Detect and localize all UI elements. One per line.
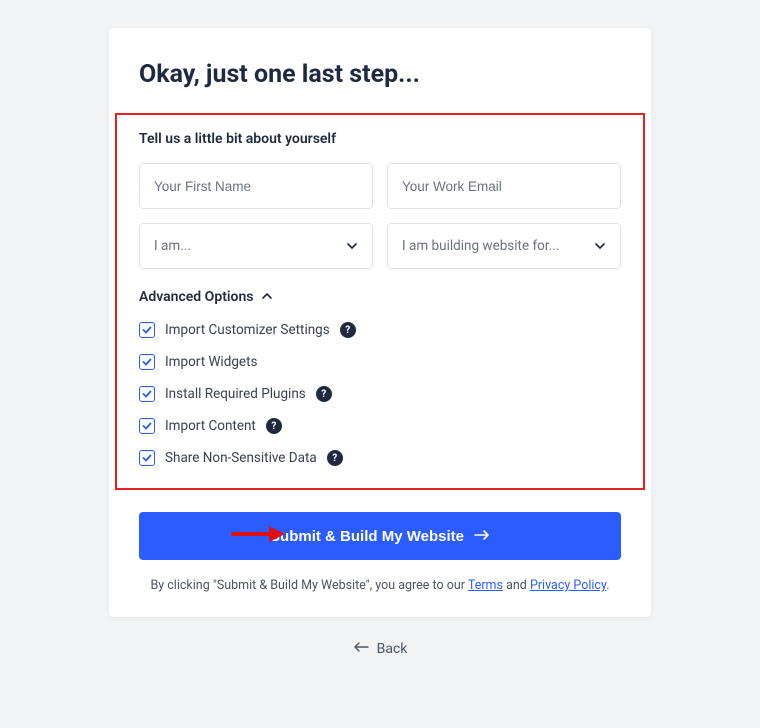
help-icon[interactable]: ?: [266, 418, 282, 434]
about-yourself-label: Tell us a little bit about yourself: [139, 131, 621, 147]
option-import-widgets: Import Widgets: [139, 354, 621, 370]
option-import-content: Import Content ?: [139, 418, 621, 434]
checkbox-share-data[interactable]: [139, 450, 155, 466]
option-label: Import Customizer Settings: [165, 322, 330, 338]
page-title: Okay, just one last step...: [139, 60, 621, 89]
option-label: Install Required Plugins: [165, 386, 306, 402]
help-icon[interactable]: ?: [316, 386, 332, 402]
building-for-select[interactable]: I am building website for...: [387, 223, 621, 269]
checkbox-import-widgets[interactable]: [139, 354, 155, 370]
agree-prefix: By clicking "Submit & Build My Website",…: [150, 578, 467, 593]
first-name-field[interactable]: [139, 163, 373, 209]
option-import-customizer: Import Customizer Settings ?: [139, 322, 621, 338]
agree-suffix: .: [606, 578, 609, 593]
setup-card: Okay, just one last step... Tell us a li…: [109, 28, 651, 617]
chevron-down-icon: [346, 240, 358, 252]
checkbox-install-plugins[interactable]: [139, 386, 155, 402]
agree-text: By clicking "Submit & Build My Website",…: [139, 578, 621, 593]
option-label: Import Content: [165, 418, 256, 434]
work-email-input[interactable]: [402, 179, 606, 194]
selects-row: I am... I am building website for...: [139, 223, 621, 269]
option-label: Share Non-Sensitive Data: [165, 450, 317, 466]
chevron-down-icon: [594, 240, 606, 252]
advanced-options-label: Advanced Options: [139, 289, 253, 305]
submit-label: Submit & Build My Website: [270, 528, 464, 545]
work-email-field[interactable]: [387, 163, 621, 209]
chevron-up-icon: [261, 287, 273, 306]
submit-button[interactable]: Submit & Build My Website: [139, 512, 621, 560]
terms-link[interactable]: Terms: [468, 578, 503, 593]
building-for-placeholder: I am building website for...: [402, 238, 559, 254]
role-select[interactable]: I am...: [139, 223, 373, 269]
advanced-options-toggle[interactable]: Advanced Options: [139, 287, 621, 306]
name-email-row: [139, 163, 621, 209]
option-install-plugins: Install Required Plugins ?: [139, 386, 621, 402]
role-select-placeholder: I am...: [154, 238, 191, 254]
help-icon[interactable]: ?: [327, 450, 343, 466]
checkbox-import-customizer[interactable]: [139, 322, 155, 338]
help-icon[interactable]: ?: [340, 322, 356, 338]
arrow-right-icon: [474, 528, 490, 545]
back-label: Back: [377, 641, 408, 657]
option-share-data: Share Non-Sensitive Data ?: [139, 450, 621, 466]
form-highlight-box: Tell us a little bit about yourself I am…: [115, 113, 645, 490]
first-name-input[interactable]: [154, 179, 358, 194]
agree-and: and: [503, 578, 530, 593]
checkbox-import-content[interactable]: [139, 418, 155, 434]
option-label: Import Widgets: [165, 354, 257, 370]
arrow-left-icon: [353, 641, 369, 657]
privacy-link[interactable]: Privacy Policy: [530, 578, 606, 593]
red-arrow-annotation: [231, 523, 287, 549]
back-button[interactable]: Back: [109, 641, 651, 657]
